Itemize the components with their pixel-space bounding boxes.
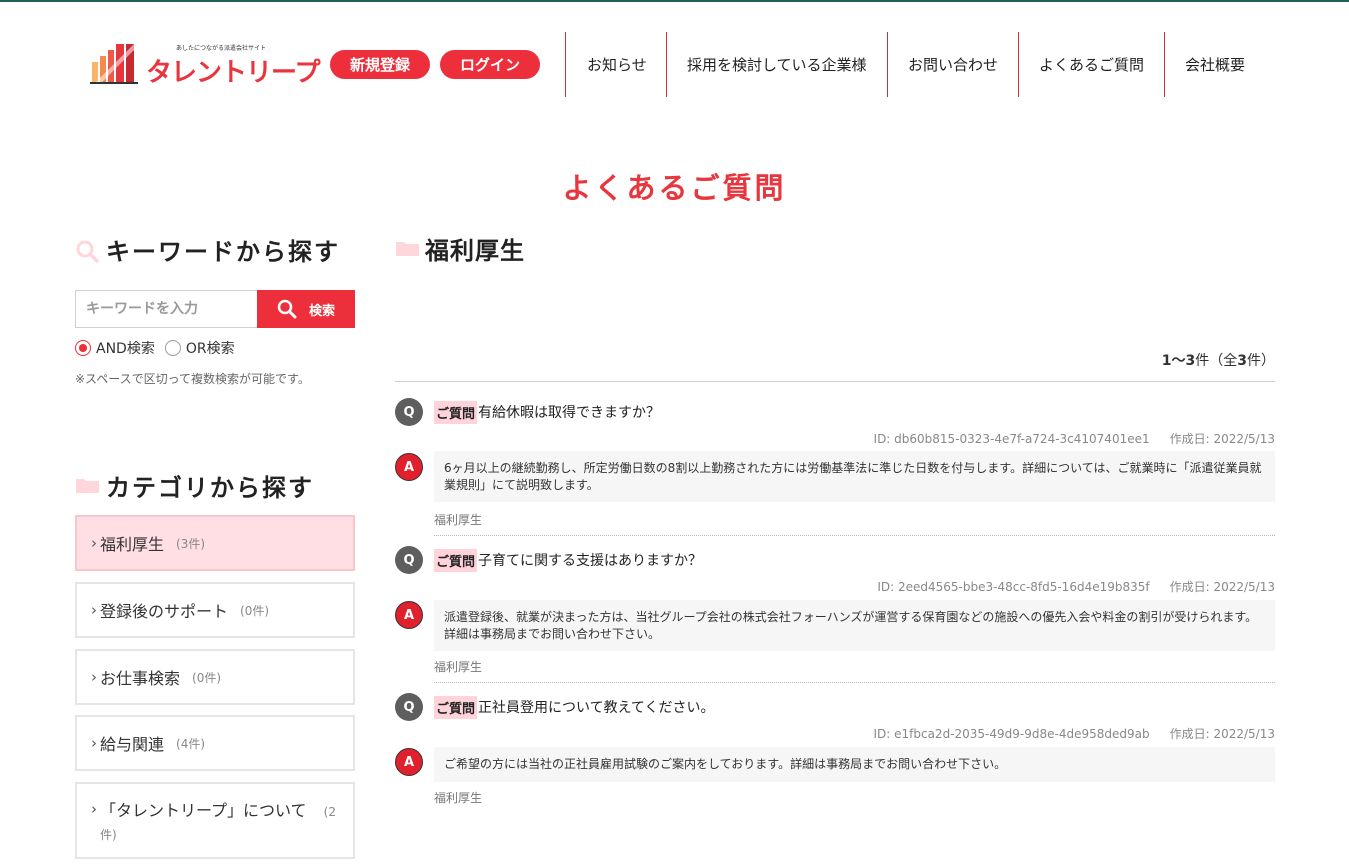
answer-text: 6ヶ月以上の継続勤務し、所定労働日数の8割以上勤務された方には労働基準法に準じた… [434, 451, 1275, 502]
search-icon [277, 299, 297, 319]
question-date: 作成日: 2022/5/13 [1169, 432, 1275, 446]
logo-mark-icon [90, 44, 138, 86]
category-label: 登録後のサポート [100, 602, 229, 621]
nav-company[interactable]: 会社概要 [1164, 32, 1274, 97]
category-welfare[interactable]: › 福利厚生 (3件) [75, 515, 355, 571]
question-tag: ご質問 [434, 695, 478, 719]
nav-contact[interactable]: お問い合わせ [887, 32, 1018, 97]
site-logo[interactable]: あしたにつながる派遣会社サイト タレントリープ [90, 40, 320, 88]
a-badge: A [395, 601, 423, 629]
or-radio[interactable] [164, 340, 181, 356]
category-salary[interactable]: › 給与関連 (4件) [75, 715, 355, 771]
keyword-search-form: 検索 [75, 290, 355, 328]
a-badge: A [395, 748, 423, 776]
item-divider [434, 682, 1275, 683]
question-meta: ID: 2eed4565-bbe3-48cc-8fd5-16d4e19b835f… [877, 578, 1275, 595]
keyword-input[interactable] [75, 290, 257, 328]
folder-icon [75, 473, 101, 499]
search-button-label: 検索 [308, 303, 335, 319]
category-label: 給与関連 [100, 735, 165, 754]
category-label: 福利厚生 [100, 535, 165, 554]
answer-text: ご希望の方には当社の正社員雇用試験のご案内をしております。詳細は事務局までお問い… [434, 747, 1275, 782]
result-unit: 件（全 [1195, 353, 1238, 369]
faq-item: Q ご質問 子育てに関する支援はありますか？ ID: 2eed4565-bbe3… [395, 546, 1275, 683]
logo-text: タレントリープ [146, 58, 320, 88]
item-divider [434, 535, 1275, 536]
result-unit-end: 件） [1247, 353, 1275, 369]
result-count: 1〜3件（全3件） [395, 350, 1275, 370]
faq-item: Q ご質問 有給休暇は取得できますか？ ID: db60b815-0323-4e… [395, 398, 1275, 536]
q-badge: Q [395, 693, 423, 721]
category-count: (4件) [176, 736, 206, 751]
or-radio-label: OR検索 [185, 341, 235, 357]
question-date: 作成日: 2022/5/13 [1169, 580, 1275, 594]
category-support[interactable]: › 登録後のサポート (0件) [75, 582, 355, 638]
nav-news[interactable]: お知らせ [565, 32, 666, 97]
question-text: 子育てに関する支援はありますか？ [478, 553, 703, 569]
login-button[interactable]: ログイン [440, 50, 540, 79]
result-total: 3 [1237, 353, 1247, 369]
search-note: ※スペースで区切って複数検索が可能です。 [75, 372, 310, 386]
question-tag: ご質問 [434, 548, 478, 572]
question-row[interactable]: Q ご質問 子育てに関する支援はありますか？ [395, 546, 702, 574]
and-radio[interactable] [75, 340, 91, 356]
a-badge-wrap: A [395, 601, 423, 629]
chevron-right-icon: › [91, 534, 97, 552]
divider [395, 381, 1275, 382]
and-radio-label: AND検索 [96, 341, 155, 357]
logo-tagline: あしたにつながる派遣会社サイト [176, 45, 267, 52]
question-meta: ID: e1fbca2d-2035-49d9-9d8e-4de958ded9ab… [873, 725, 1275, 742]
q-badge: Q [395, 398, 423, 426]
category-heading-text: カテゴリから探す [106, 474, 314, 502]
item-category[interactable]: 福利厚生 [434, 511, 482, 528]
category-about[interactable]: › 「タレントリープ」について (2件) [75, 782, 355, 859]
search-button[interactable]: 検索 [257, 290, 355, 328]
category-count: (0件) [192, 670, 222, 685]
keyword-heading: キーワードから探す [75, 232, 340, 267]
question-row[interactable]: Q ご質問 有給休暇は取得できますか？ [395, 398, 660, 426]
folder-icon [395, 236, 421, 262]
register-button[interactable]: 新規登録 [330, 50, 430, 79]
chevron-right-icon: › [91, 601, 97, 619]
page-title: よくあるご質問 [562, 171, 787, 205]
top-border [0, 0, 1349, 2]
question-row[interactable]: Q ご質問 正社員登用について教えてください。 [395, 693, 714, 721]
faq-item: Q ご質問 正社員登用について教えてください。 ID: e1fbca2d-203… [395, 693, 1275, 813]
question-text: 正社員登用について教えてください。 [478, 700, 715, 716]
answer-text: 派遣登録後、就業が決まった方は、当社グループ会社の株式会社フォーハンズが運営する… [434, 600, 1275, 651]
keyword-heading-text: キーワードから探す [106, 238, 340, 266]
question-id: ID: e1fbca2d-2035-49d9-9d8e-4de958ded9ab [873, 727, 1150, 741]
section-title-text: 福利厚生 [425, 237, 525, 265]
result-range: 1〜3 [1161, 353, 1196, 369]
a-badge-wrap: A [395, 748, 423, 776]
question-id: ID: db60b815-0323-4e7f-a724-3c4107401ee1 [873, 432, 1150, 446]
global-nav: お知らせ 採用を検討している企業様 お問い合わせ よくあるご質問 会社概要 [565, 32, 1274, 97]
chevron-right-icon: › [91, 668, 97, 686]
question-text: 有給休暇は取得できますか？ [478, 405, 661, 421]
search-mode-options: AND検索 OR検索 [75, 338, 235, 358]
category-heading: カテゴリから探す [75, 468, 314, 503]
question-tag: ご質問 [434, 400, 478, 424]
question-date: 作成日: 2022/5/13 [1169, 727, 1275, 741]
nav-for-companies[interactable]: 採用を検討している企業様 [666, 32, 887, 97]
question-id: ID: 2eed4565-bbe3-48cc-8fd5-16d4e19b835f [877, 580, 1150, 594]
a-badge: A [395, 453, 423, 481]
category-count: (0件) [240, 603, 270, 618]
item-category[interactable]: 福利厚生 [434, 658, 482, 675]
chevron-right-icon: › [91, 800, 97, 818]
category-count: (3件) [176, 536, 206, 551]
search-icon [75, 237, 101, 263]
category-label: お仕事検索 [100, 669, 181, 688]
question-meta: ID: db60b815-0323-4e7f-a724-3c4107401ee1… [874, 430, 1275, 447]
category-job-search[interactable]: › お仕事検索 (0件) [75, 649, 355, 705]
item-category[interactable]: 福利厚生 [434, 789, 482, 806]
category-label: 「タレントリープ」について [100, 801, 307, 820]
nav-faq[interactable]: よくあるご質問 [1018, 32, 1164, 97]
chevron-right-icon: › [91, 734, 97, 752]
section-title: 福利厚生 [395, 231, 525, 266]
q-badge: Q [395, 546, 423, 574]
a-badge-wrap: A [395, 453, 423, 481]
